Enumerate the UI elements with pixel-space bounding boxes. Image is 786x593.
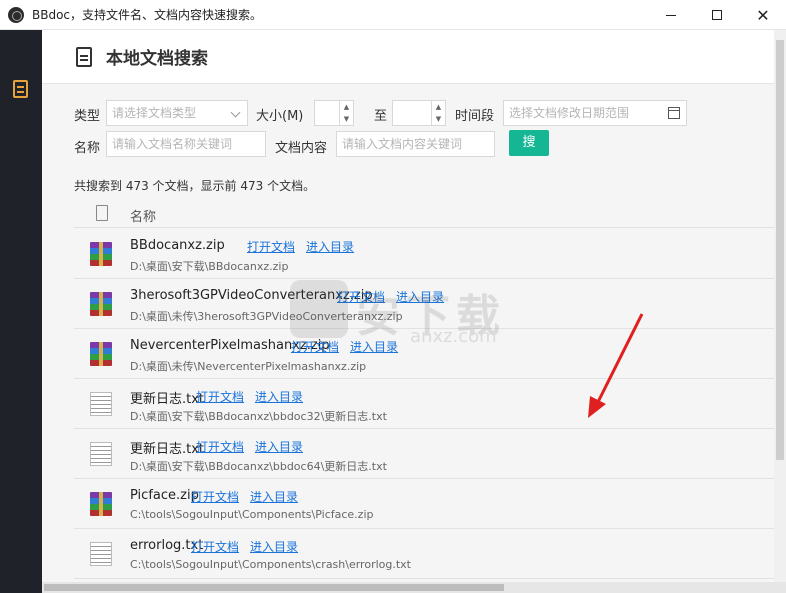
open-document-link[interactable]: 打开文档 [196,440,244,454]
result-summary: 共搜索到 473 个文档，显示前 473 个文档。 [74,179,316,193]
table-row[interactable]: Picface.zip 打开文档 进入目录 C:\tools\SogouInput\C… [74,479,774,529]
open-document-link[interactable]: 打开文档 [291,340,339,354]
content-input-placeholder: 请输入文档内容关键词 [342,137,463,151]
file-name: 更新日志.txt [130,442,205,457]
calendar-icon[interactable] [668,107,680,119]
spin-down-icon[interactable]: ▼ [432,113,445,125]
name-input[interactable]: 请输入文档名称关键词 [106,131,266,157]
spin-up-icon[interactable]: ▲ [340,101,353,113]
spin-down-icon[interactable]: ▼ [340,113,353,125]
scroll-thumb[interactable] [776,40,784,460]
date-range-input[interactable]: 选择文档修改日期范围 [503,100,687,126]
size-max-spin[interactable]: ▲ ▼ [431,101,445,125]
row-actions: 打开文档 进入目录 [191,488,309,505]
open-document-link[interactable]: 打开文档 [191,540,239,554]
watermark-shield-icon [290,280,348,338]
open-document-link[interactable]: 打开文档 [191,490,239,504]
vertical-scrollbar[interactable] [774,30,786,582]
archive-file-icon [90,492,112,516]
page-header: 本地文档搜索 [42,30,774,84]
open-directory-link[interactable]: 进入目录 [306,240,354,254]
date-range-placeholder: 选择文档修改日期范围 [509,106,630,120]
archive-file-icon [90,342,112,366]
text-file-icon [90,442,112,466]
page-title: 本地文档搜索 [106,49,208,69]
time-label: 时间段 [455,109,495,124]
name-label: 名称 [74,141,101,156]
table-row[interactable]: 更新日志.txt 打开文档 进入目录 D:\桌面\安下载\BBdocanxz\bbdo… [74,429,774,479]
window-title: BBdoc，支持文件名、文档内容快速搜索。 [32,8,263,22]
file-name: 更新日志.txt [130,392,205,407]
table-row[interactable]: errorlog.txt 打开文档 进入目录 C:\tools\SogouInput\… [74,529,774,579]
maximize-button[interactable] [694,0,740,30]
text-file-icon [90,392,112,416]
file-name: BBdocanxz.zip [130,238,225,253]
file-icon [96,205,108,221]
window-controls: ✕ [648,0,786,30]
search-button[interactable]: 搜 [509,130,549,156]
red-arrow-icon [588,313,644,418]
content-input[interactable]: 请输入文档内容关键词 [336,131,495,157]
size-separator: 至 [374,109,388,124]
text-file-icon [90,542,112,566]
close-button[interactable]: ✕ [740,0,786,30]
file-path: D:\桌面\安下载\BBdocanxz\bbdoc32\更新日志.txt [130,410,387,423]
open-directory-link[interactable]: 进入目录 [255,440,303,454]
open-directory-link[interactable]: 进入目录 [250,540,298,554]
open-document-link[interactable]: 打开文档 [196,390,244,404]
name-column-header[interactable]: 名称 [130,206,156,225]
horizontal-scrollbar[interactable] [42,582,786,593]
title-bar: BBdoc，支持文件名、文档内容快速搜索。 ✕ [0,0,786,30]
open-directory-link[interactable]: 进入目录 [250,490,298,504]
table-row[interactable]: 更新日志.txt 打开文档 进入目录 D:\桌面\安下载\BBdocanxz\bbdo… [74,379,774,429]
name-input-placeholder: 请输入文档名称关键词 [112,137,233,151]
chevron-down-icon [230,107,241,118]
file-path: D:\桌面\安下载\BBdocanxz\bbdoc64\更新日志.txt [130,460,387,473]
row-actions: 打开文档 进入目录 [196,438,314,455]
file-path: D:\桌面\安下载\BBdocanxz.zip [130,260,289,273]
document-list-icon[interactable] [13,80,28,98]
size-min-spin[interactable]: ▲ ▼ [339,101,353,125]
size-min-stepper[interactable]: ▲ ▼ [314,100,354,126]
size-label: 大小(M) [256,109,304,124]
open-document-link[interactable]: 打开文档 [247,240,295,254]
type-label: 类型 [74,109,101,124]
scroll-thumb[interactable] [44,584,504,591]
file-path: D:\桌面\未传\NevercenterPixelmashanxz.zip [130,360,367,373]
file-path: C:\tools\SogouInput\Components\Picface.z… [130,508,374,521]
size-max-stepper[interactable]: ▲ ▼ [392,100,446,126]
document-icon [76,46,92,67]
archive-file-icon [90,292,112,316]
type-select-placeholder: 请选择文档类型 [112,106,197,120]
row-actions: 打开文档 进入目录 [247,238,365,255]
table-header: 名称 [74,200,774,228]
content-label: 文档内容 [275,141,328,156]
sidebar [0,30,42,593]
main-panel: 本地文档搜索 类型 请选择文档类型 大小(M) ▲ ▼ 至 ▲ ▼ 时间段 选择文档… [42,30,786,593]
spin-up-icon[interactable]: ▲ [432,101,445,113]
table-row[interactable]: BBdocanxz.zip 打开文档 进入目录 D:\桌面\安下载\BBdocanxz… [74,229,774,279]
minimize-icon [666,14,676,16]
archive-file-icon [90,242,112,266]
app-icon [8,6,24,23]
close-icon: ✕ [756,5,770,25]
file-path: C:\tools\SogouInput\Components\crash\err… [130,558,411,571]
row-actions: 打开文档 进入目录 [196,388,314,405]
file-name: Picface.zip [130,488,199,503]
maximize-icon [712,10,722,20]
type-select[interactable]: 请选择文档类型 [106,100,248,126]
row-actions: 打开文档 进入目录 [191,538,309,555]
watermark-sub: anxz.com [410,326,497,347]
open-directory-link[interactable]: 进入目录 [255,390,303,404]
minimize-button[interactable] [648,0,694,30]
